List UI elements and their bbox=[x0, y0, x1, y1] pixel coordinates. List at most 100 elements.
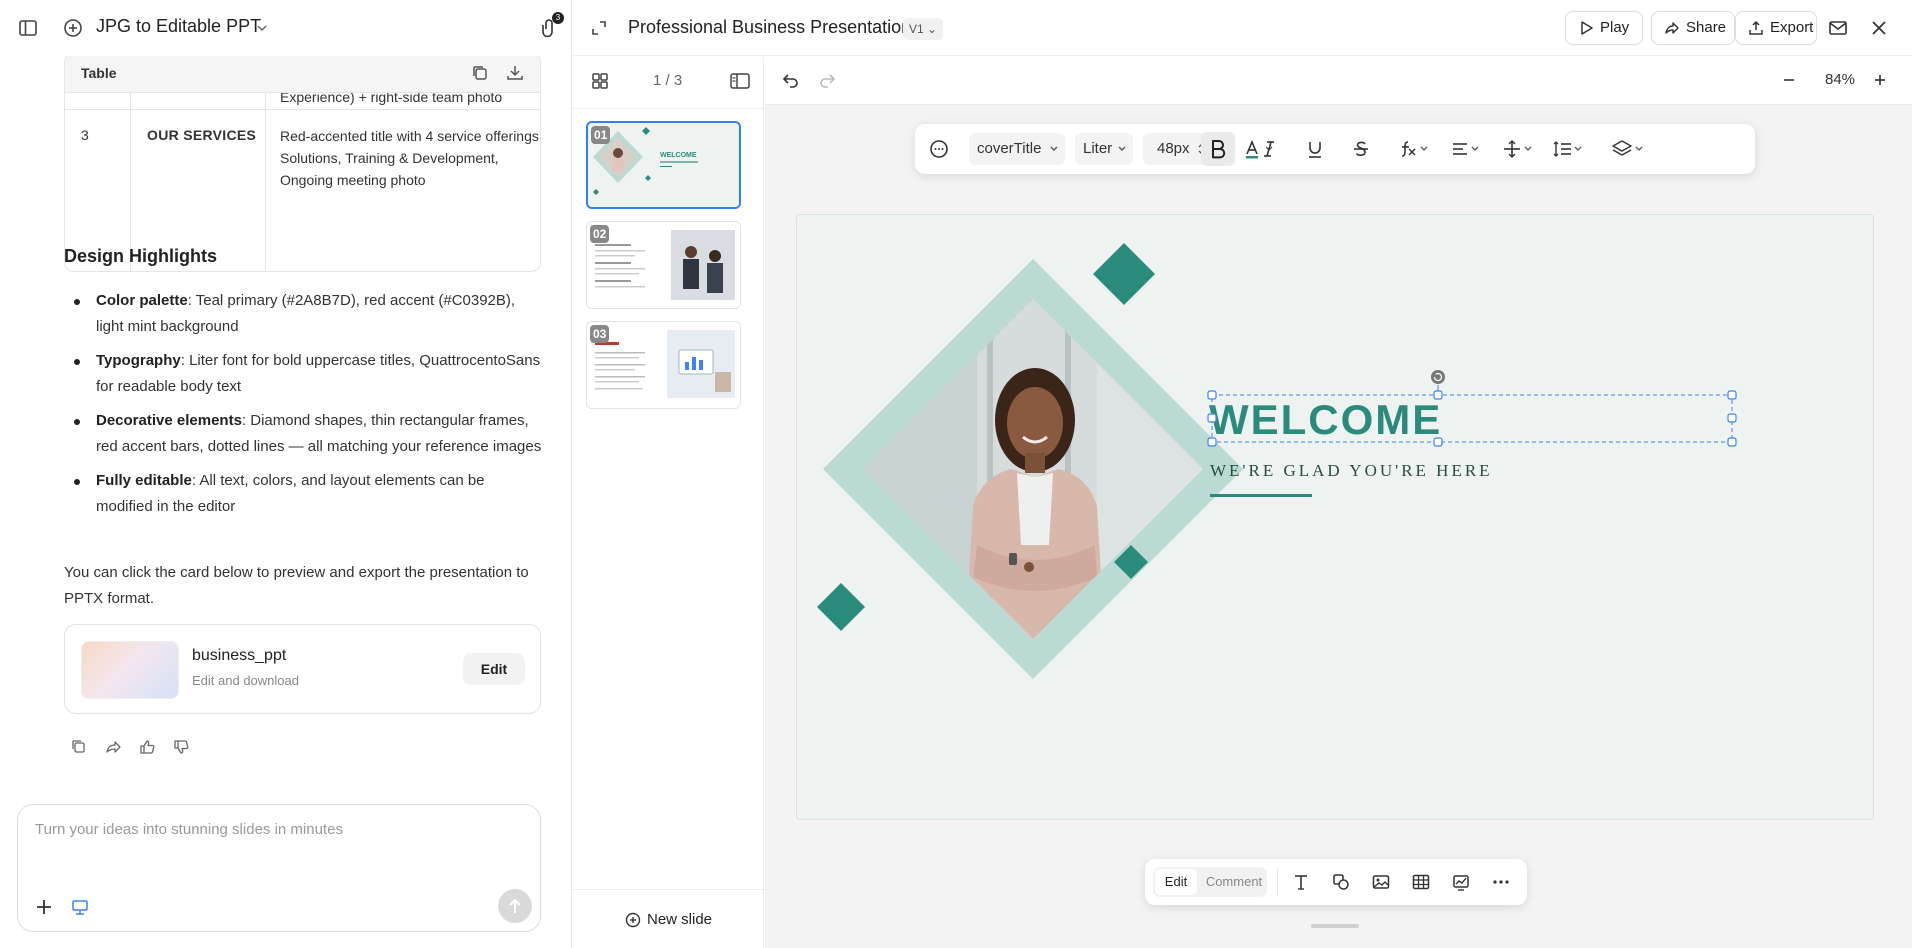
text-format-toolbar: coverTitle Liter 48px bbox=[915, 124, 1755, 174]
table-card: Experience) + right-side team photo Tabl… bbox=[64, 56, 541, 272]
chevron-down-icon[interactable] bbox=[255, 21, 269, 35]
table-card-header: Table bbox=[65, 56, 540, 93]
zoom-out-icon[interactable] bbox=[1780, 71, 1798, 89]
sidebar-toggle-icon[interactable] bbox=[18, 18, 38, 38]
share-button-label: Share bbox=[1686, 19, 1727, 36]
resize-handle[interactable] bbox=[1727, 413, 1737, 423]
image-icon[interactable] bbox=[1371, 872, 1391, 892]
undo-icon[interactable] bbox=[781, 70, 801, 90]
resize-handle[interactable] bbox=[1727, 437, 1737, 447]
strikethrough-icon[interactable] bbox=[1349, 137, 1373, 161]
zoom-in-icon[interactable] bbox=[1871, 71, 1889, 89]
presentation-title[interactable]: Professional Business Presentation bbox=[628, 17, 911, 38]
text-box-icon[interactable] bbox=[1291, 872, 1311, 892]
slide-canvas[interactable]: WELCOME WE'RE GLAD YOU'RE HERE bbox=[796, 214, 1874, 820]
list-item: Color palette: Teal primary (#2A8B7D), r… bbox=[72, 288, 542, 340]
resize-handle[interactable] bbox=[1207, 390, 1217, 400]
chat-panel: JPG to Editable PPT 3 Experience) + righ… bbox=[0, 0, 572, 948]
play-button[interactable]: Play bbox=[1565, 11, 1643, 45]
table-icon[interactable] bbox=[1411, 872, 1431, 892]
line-spacing-icon[interactable] bbox=[1551, 137, 1585, 161]
text-style-value: coverTitle bbox=[977, 140, 1042, 157]
italic-icon[interactable] bbox=[1257, 137, 1281, 161]
slide-thumbnail-1[interactable]: WELCOME 01 bbox=[586, 121, 741, 209]
share-icon[interactable] bbox=[104, 738, 122, 756]
resize-handle[interactable] bbox=[1207, 437, 1217, 447]
slide-title[interactable]: WELCOME bbox=[1209, 396, 1442, 443]
play-button-label: Play bbox=[1600, 19, 1630, 36]
add-attachment-icon[interactable] bbox=[34, 897, 54, 917]
table-cell-desc: Red-accented title with 4 service offeri… bbox=[280, 128, 541, 188]
panel-layout-icon[interactable] bbox=[729, 71, 751, 91]
list-item-label: Typography bbox=[96, 352, 181, 369]
collapse-panel-icon[interactable] bbox=[589, 18, 609, 38]
redo-icon[interactable] bbox=[817, 70, 837, 90]
prompt-input[interactable]: Turn your ideas into stunning slides in … bbox=[35, 821, 343, 838]
resize-grip[interactable] bbox=[1311, 924, 1359, 928]
attachment-count-badge: 3 bbox=[552, 12, 564, 24]
resize-handle[interactable] bbox=[1433, 390, 1443, 400]
layers-icon[interactable] bbox=[1611, 137, 1645, 161]
design-highlights-heading: Design Highlights bbox=[64, 246, 217, 266]
prompt-composer[interactable]: Turn your ideas into stunning slides in … bbox=[17, 804, 541, 932]
grid-view-icon[interactable] bbox=[590, 71, 610, 91]
page-indicator: 1 / 3 bbox=[653, 72, 683, 89]
project-card[interactable]: business_ppt Edit and download Edit bbox=[64, 624, 541, 714]
closing-paragraph: You can click the card below to preview … bbox=[64, 564, 529, 607]
chart-icon[interactable] bbox=[1451, 872, 1471, 892]
chat-title[interactable]: JPG to Editable PPT bbox=[96, 16, 261, 37]
close-icon[interactable] bbox=[1868, 17, 1890, 39]
edit-project-button[interactable]: Edit bbox=[463, 653, 525, 685]
comment-mode-tab[interactable]: Comment bbox=[1203, 869, 1265, 895]
slide-thumbnail-3[interactable]: 03 bbox=[586, 321, 741, 409]
vertical-align-icon[interactable] bbox=[1501, 137, 1535, 161]
comment-icon[interactable] bbox=[927, 137, 951, 161]
download-icon[interactable] bbox=[505, 63, 525, 83]
underline-icon[interactable] bbox=[1303, 137, 1327, 161]
slide-thumbnail-2[interactable]: 02 bbox=[586, 221, 741, 309]
portrait-photo bbox=[863, 299, 1203, 639]
thumbs-up-icon[interactable] bbox=[138, 738, 156, 756]
new-chat-icon[interactable] bbox=[62, 17, 84, 39]
edit-mode-tab[interactable]: Edit bbox=[1155, 869, 1197, 895]
table-cell-num: 3 bbox=[81, 127, 89, 143]
bold-button[interactable] bbox=[1201, 132, 1235, 166]
version-selector[interactable]: V1 ⌄ bbox=[903, 18, 944, 40]
diamond-shape bbox=[817, 583, 865, 631]
rotate-handle[interactable] bbox=[1431, 370, 1445, 384]
list-item: Decorative elements: Diamond shapes, thi… bbox=[72, 408, 542, 460]
export-button[interactable]: Export bbox=[1735, 11, 1817, 45]
share-button[interactable]: Share bbox=[1651, 11, 1735, 45]
font-family-dropdown[interactable]: Liter bbox=[1075, 133, 1133, 165]
more-icon[interactable] bbox=[1491, 872, 1511, 892]
send-button[interactable] bbox=[498, 889, 532, 923]
accent-underline bbox=[1210, 494, 1312, 497]
text-style-dropdown[interactable]: coverTitle bbox=[969, 133, 1065, 165]
list-item-label: Color palette bbox=[96, 292, 188, 309]
shapes-icon[interactable] bbox=[1331, 872, 1351, 892]
chevron-down-icon bbox=[1050, 146, 1058, 151]
align-left-icon[interactable] bbox=[1449, 137, 1483, 161]
mail-icon[interactable] bbox=[1827, 17, 1849, 39]
chat-header: JPG to Editable PPT 3 bbox=[0, 0, 572, 56]
canvas-toolbar: 84% bbox=[765, 57, 1912, 105]
slide-thumbnail-preview: WELCOME bbox=[588, 123, 739, 207]
thumbs-down-icon[interactable] bbox=[172, 738, 190, 756]
copy-icon[interactable] bbox=[70, 738, 88, 756]
editor-canvas[interactable]: 84% coverTitle Liter 48px WELCOME WE'RE … bbox=[765, 57, 1912, 948]
slide-subtitle[interactable]: WE'RE GLAD YOU'RE HERE bbox=[1210, 461, 1493, 480]
resize-handle[interactable] bbox=[1433, 437, 1443, 447]
list-item: Fully editable: All text, colors, and la… bbox=[72, 468, 542, 520]
chat-messages[interactable]: Experience) + right-side team photo Tabl… bbox=[0, 56, 572, 794]
resize-handle[interactable] bbox=[1727, 390, 1737, 400]
presentation-template-icon[interactable] bbox=[70, 897, 90, 917]
zoom-level[interactable]: 84% bbox=[1825, 71, 1855, 88]
formula-icon[interactable] bbox=[1397, 137, 1431, 161]
list-item-label: Fully editable bbox=[96, 472, 192, 489]
copy-icon[interactable] bbox=[470, 63, 490, 83]
divider bbox=[1277, 869, 1278, 895]
new-slide-button[interactable]: New slide bbox=[573, 889, 764, 948]
slide-number: 02 bbox=[590, 225, 610, 243]
table-divider bbox=[65, 109, 540, 110]
resize-handle[interactable] bbox=[1207, 413, 1217, 423]
